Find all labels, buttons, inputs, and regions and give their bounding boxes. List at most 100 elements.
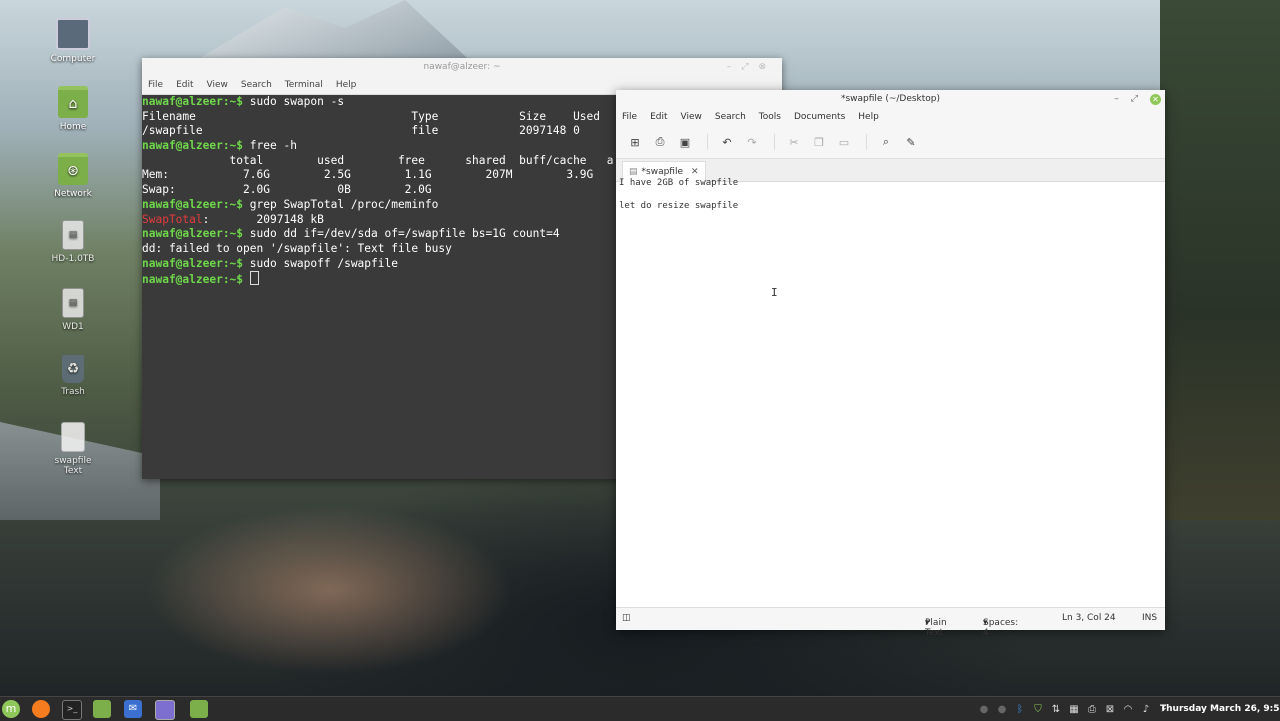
menu-search[interactable]: Search (241, 80, 272, 90)
terminal-window-controls[interactable]: –⤢⊗ (727, 58, 776, 76)
grep-match: SwapTotal (142, 212, 203, 226)
desktop-icon-home[interactable]: ⌂ Home (40, 86, 106, 132)
bluetooth-icon[interactable]: ᛒ (1014, 703, 1026, 715)
terminal-titlebar[interactable]: nawaf@alzeer: ~ –⤢⊗ (142, 58, 782, 76)
maximize-icon[interactable]: ⤢ (1131, 90, 1138, 108)
editor-menubar: File Edit View Search Tools Documents He… (616, 108, 1165, 126)
menu-help[interactable]: Help (336, 80, 357, 90)
volume-icon[interactable]: ♪ (1140, 703, 1152, 715)
firefox-icon[interactable] (32, 700, 50, 718)
menu-search[interactable]: Search (715, 112, 746, 122)
editor-toolbar: ⊞ ⎙ ▣ ↶ ↷ ✂ ❐ ▭ ⌕ ✎ (616, 126, 1165, 159)
terminal-icon[interactable]: >_ (62, 700, 82, 720)
spaces-label: Spaces: 4 (983, 618, 1019, 638)
home-folder-icon: ⌂ (58, 86, 88, 118)
terminal-command: sudo swapon -s (249, 95, 345, 108)
toolbar-separator (707, 134, 708, 150)
ibeam-cursor-icon: I (771, 286, 778, 299)
menu-view[interactable]: View (681, 112, 702, 122)
minimize-icon[interactable]: – (727, 62, 742, 72)
terminal-prompt: nawaf@alzeer:~$ (142, 256, 250, 270)
network-folder-icon: ⊛ (58, 153, 88, 185)
redo-icon[interactable]: ↷ (741, 131, 763, 153)
editor-title: *swapfile (~/Desktop) (840, 94, 941, 104)
mail-icon[interactable]: ✉ (124, 700, 142, 718)
desktop-icon-trash[interactable]: ♻ Trash (40, 355, 106, 397)
terminal-prompt: nawaf@alzeer:~$ (142, 139, 250, 153)
new-document-icon[interactable]: ⊞ (624, 131, 646, 153)
toolbar-separator (866, 134, 867, 150)
drive-icon: ▤ (62, 220, 84, 250)
desktop-icon-label: swapfile Text (54, 456, 92, 476)
clock[interactable]: Thursday March 26, 9:51 PM (1160, 697, 1280, 721)
maximize-icon[interactable]: ⤢ (741, 62, 758, 72)
desktop-icon-label: WD1 (62, 322, 84, 332)
text-editor-window[interactable]: *swapfile (~/Desktop) – ⤢ ✕ File Edit Vi… (616, 90, 1165, 638)
menu-terminal[interactable]: Terminal (285, 80, 323, 90)
terminal-command: sudo swapoff /swapfile (249, 256, 398, 270)
paste-icon[interactable]: ▭ (833, 131, 855, 153)
close-icon[interactable]: ✕ (1150, 93, 1161, 105)
wallpaper-trees (1160, 0, 1280, 520)
tray-placeholder-icon[interactable]: ● (978, 703, 990, 715)
desktop-icon-hd[interactable]: ▤ HD-1.0TB (40, 220, 106, 264)
search-icon[interactable]: ⌕ (875, 131, 897, 153)
trash-icon: ♻ (62, 355, 84, 383)
desktop-icon-label: HD-1.0TB (51, 254, 95, 264)
text-line: I have 2GB of swapfile (619, 178, 739, 188)
terminal-prompt: nawaf@alzeer:~$ (142, 95, 250, 108)
menu-file[interactable]: File (622, 112, 637, 122)
document-icon: ▤ (629, 167, 638, 177)
undo-icon[interactable]: ↶ (716, 131, 738, 153)
minimize-icon[interactable]: – (1114, 90, 1119, 108)
text-file-icon (61, 422, 85, 452)
print-icon[interactable]: ⎙ (649, 131, 671, 153)
tab-close-icon[interactable]: ✕ (691, 167, 699, 177)
wifi-icon[interactable]: ◠ (1122, 703, 1134, 715)
terminal-command: sudo dd if=/dev/sda of=/swapfile bs=1G c… (249, 227, 560, 241)
menu-edit[interactable]: Edit (176, 80, 193, 90)
menu-edit[interactable]: Edit (650, 112, 667, 122)
desktop-icon-label: Computer (50, 54, 96, 64)
tray-placeholder-icon[interactable]: ● (996, 703, 1008, 715)
desktop-icon-network[interactable]: ⊛ Network (40, 153, 106, 199)
insert-mode: INS (1142, 613, 1158, 623)
copy-icon[interactable]: ❐ (808, 131, 830, 153)
menu-tools[interactable]: Tools (759, 112, 781, 122)
menu-help[interactable]: Help (858, 112, 879, 122)
text-line: let do resize swapfile (619, 200, 739, 211)
chevron-down-icon: ▾ (983, 618, 988, 628)
terminal-command: grep SwapTotal /proc/meminfo (249, 197, 439, 211)
menu-documents[interactable]: Documents (794, 112, 845, 122)
save-icon[interactable]: ▣ (674, 131, 696, 153)
sidebar-toggle-icon[interactable]: ◫ (622, 613, 631, 623)
editor-statusbar: ◫ Plain Text ▾ Spaces: 4 ▾ Ln 3, Col 24 … (616, 607, 1165, 638)
system-tray: ● ● ᛒ ⛉ ⇅ ▦ ⎙ ⊠ ◠ ♪ ⚡ (978, 697, 1176, 721)
update-icon[interactable]: ⊠ (1104, 703, 1116, 715)
shield-icon[interactable]: ⛉ (1032, 703, 1044, 715)
tools-icon[interactable]: ✎ (900, 131, 922, 153)
editor-titlebar[interactable]: *swapfile (~/Desktop) – ⤢ ✕ (616, 90, 1165, 108)
chip-icon[interactable]: ▦ (1068, 703, 1080, 715)
network-icon[interactable]: ⇅ (1050, 703, 1062, 715)
chevron-down-icon: ▾ (925, 618, 930, 628)
desktop-icon-wd1[interactable]: ▤ WD1 (40, 288, 106, 332)
files-icon[interactable] (93, 700, 111, 718)
text-editor-taskbar-icon[interactable] (155, 700, 175, 720)
desktop-icon-computer[interactable]: Computer (40, 18, 106, 64)
printer-icon[interactable]: ⎙ (1086, 703, 1098, 715)
text-line (619, 189, 1168, 200)
desktop-icon-swapfile[interactable]: swapfile Text (40, 422, 106, 476)
desktop-icon-label: Network (54, 189, 92, 199)
menu-file[interactable]: File (148, 80, 163, 90)
files-window-taskbar-icon[interactable] (190, 700, 208, 718)
desktop-icon-label: Home (59, 122, 87, 132)
menu-view[interactable]: View (207, 80, 228, 90)
cursor-position: Ln 3, Col 24 (1062, 613, 1116, 623)
close-icon[interactable]: ⊗ (758, 62, 776, 72)
terminal-prompt: nawaf@alzeer:~$ (142, 197, 250, 211)
editor-text-area[interactable]: I have 2GB of swapfile let do resize swa… (616, 178, 1171, 606)
mint-menu-icon[interactable]: m (2, 700, 20, 718)
terminal-output-text: : 2097148 kB (202, 212, 324, 226)
cut-icon[interactable]: ✂ (783, 131, 805, 153)
